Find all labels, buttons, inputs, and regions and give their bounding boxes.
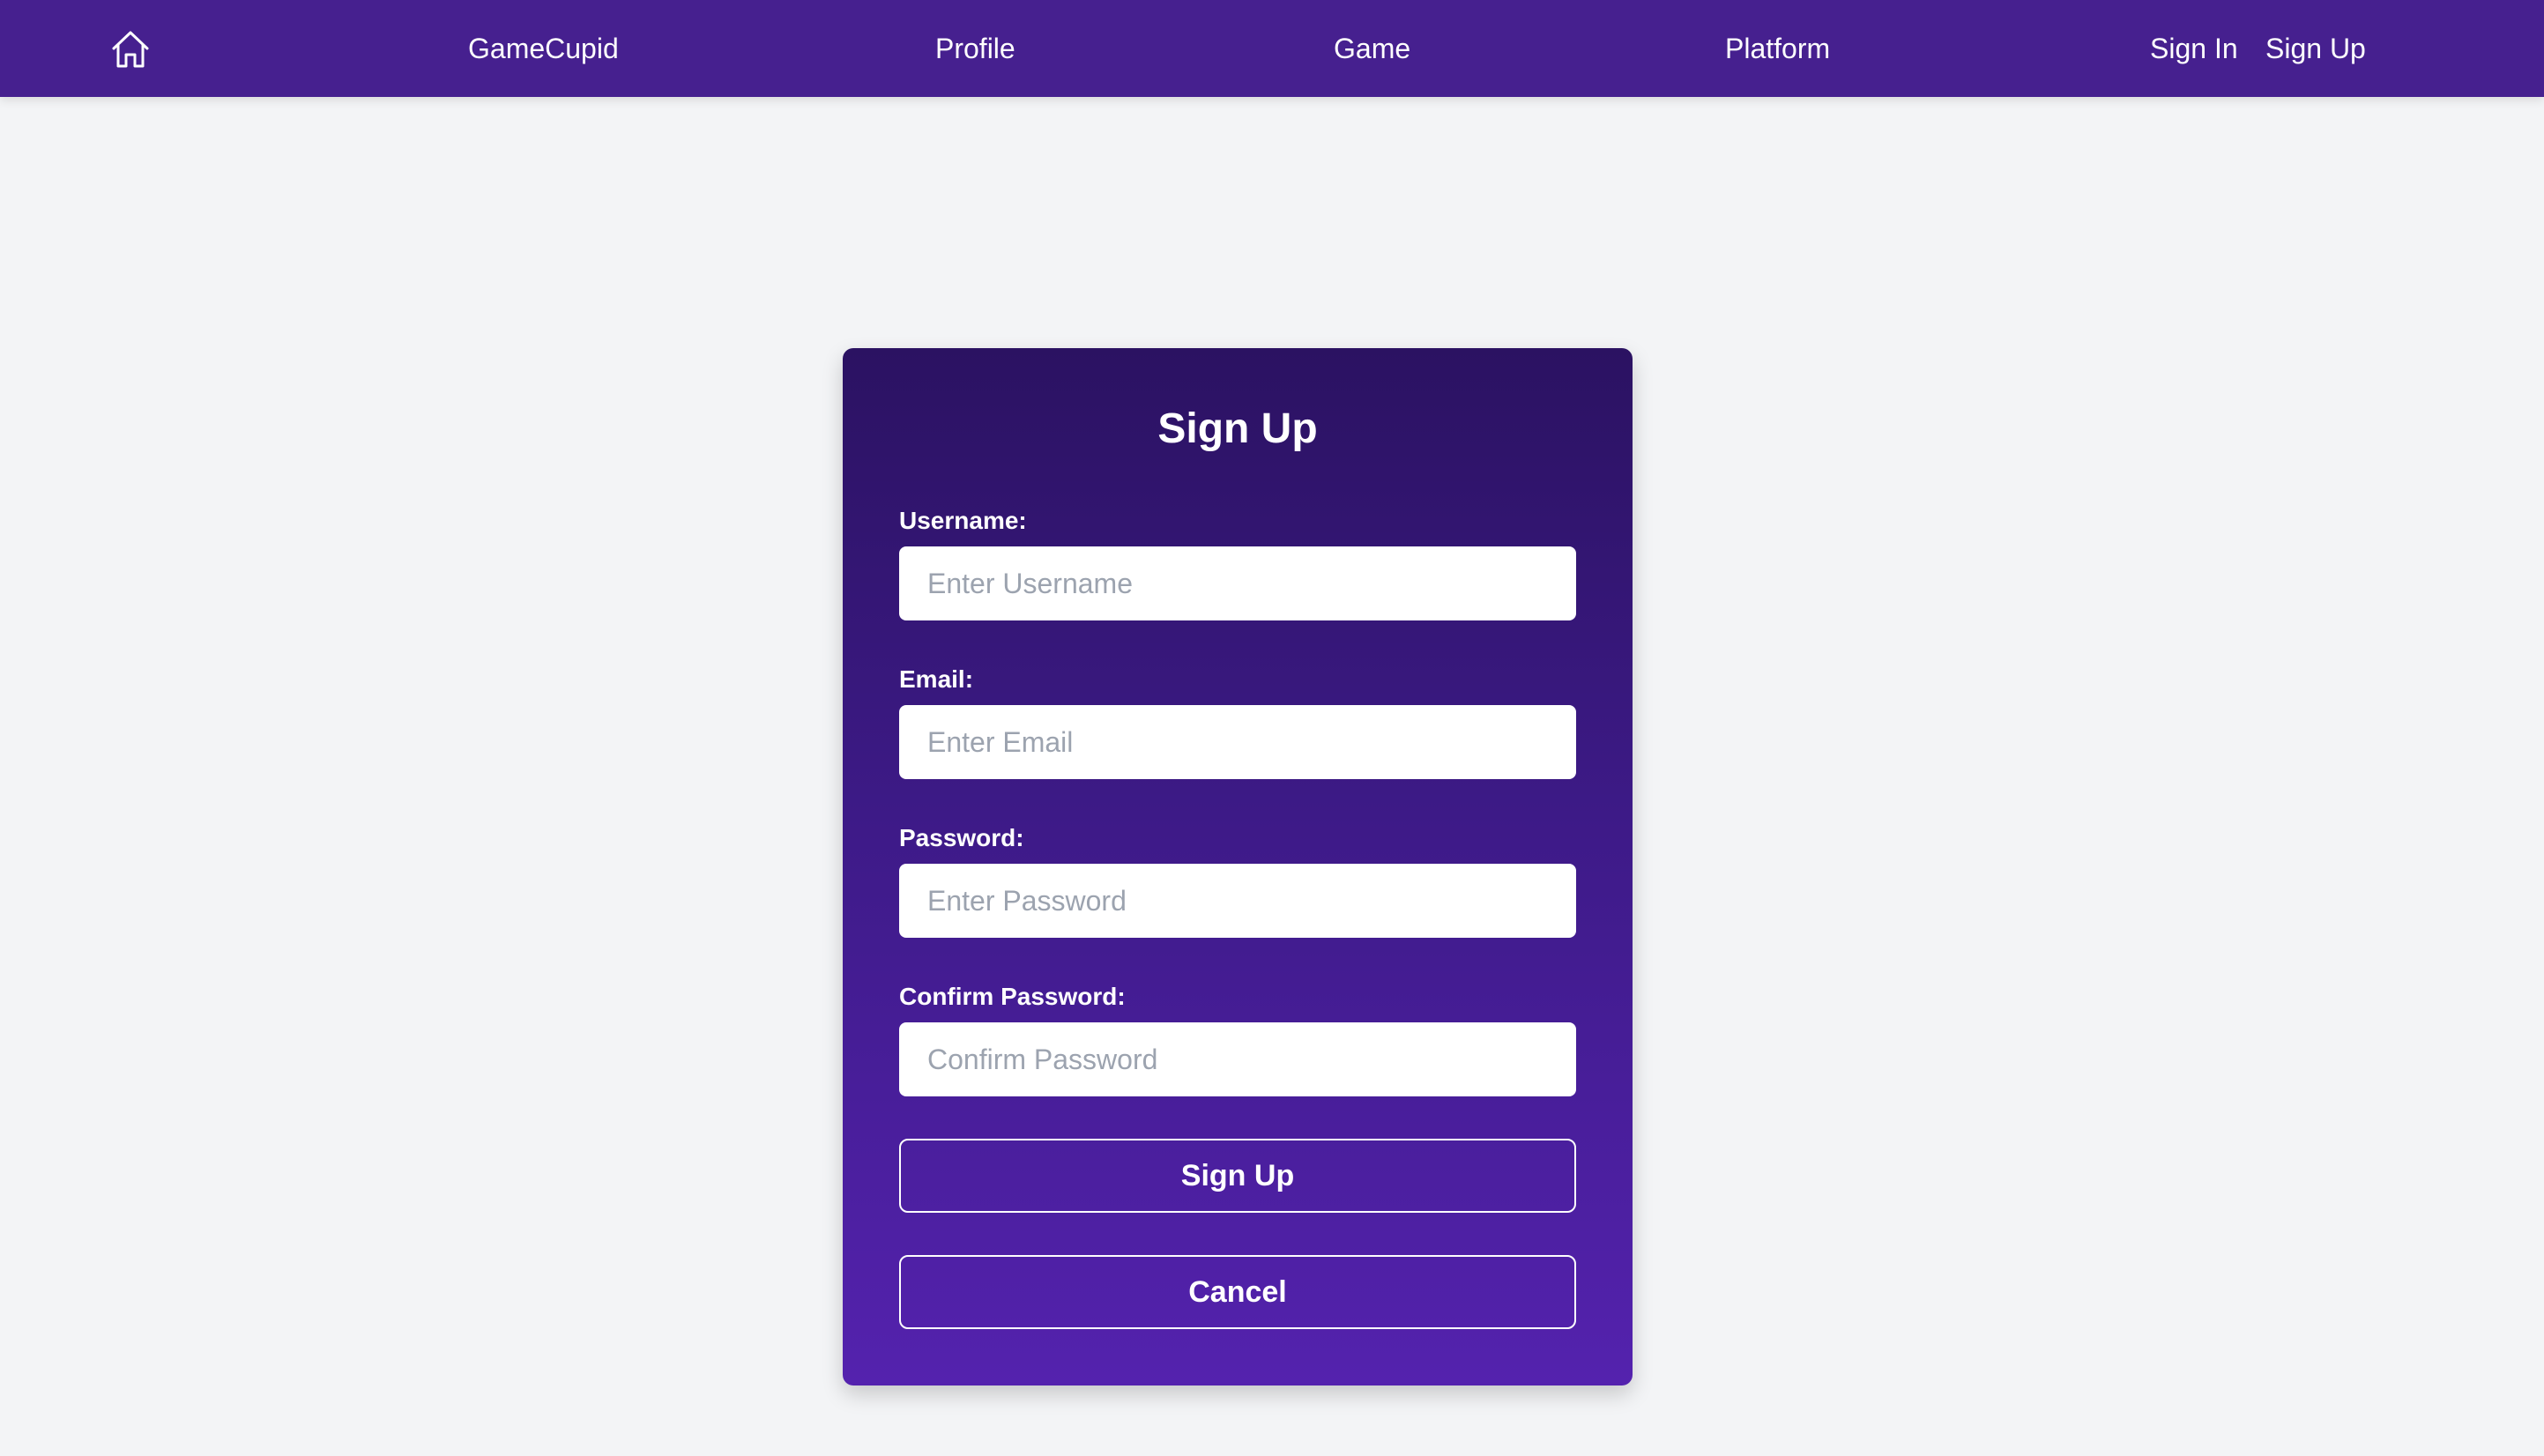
nav-link-platform[interactable]: Platform (1725, 0, 1830, 97)
username-input[interactable] (899, 546, 1576, 620)
sign-in-link[interactable]: Sign In (2150, 0, 2238, 97)
email-label: Email: (899, 665, 974, 693)
brand-link[interactable]: GameCupid (468, 0, 619, 97)
top-navbar: GameCupid Profile Game Platform Sign In … (0, 0, 2544, 97)
password-input[interactable] (899, 864, 1576, 938)
home-icon[interactable] (106, 25, 155, 74)
password-label: Password: (899, 824, 1024, 851)
cancel-button[interactable]: Cancel (899, 1255, 1576, 1329)
form-title: Sign Up (1157, 405, 1318, 452)
sign-up-card: Sign Up Username: Email: Password: Confi… (843, 348, 1633, 1385)
sign-up-link[interactable]: Sign Up (2265, 0, 2366, 97)
username-label: Username: (899, 507, 1027, 534)
nav-link-profile[interactable]: Profile (935, 0, 1015, 97)
confirm-password-label: Confirm Password: (899, 983, 1126, 1010)
confirm-password-input[interactable] (899, 1022, 1576, 1096)
sign-up-button[interactable]: Sign Up (899, 1139, 1576, 1213)
nav-link-game[interactable]: Game (1334, 0, 1410, 97)
email-input[interactable] (899, 705, 1576, 779)
